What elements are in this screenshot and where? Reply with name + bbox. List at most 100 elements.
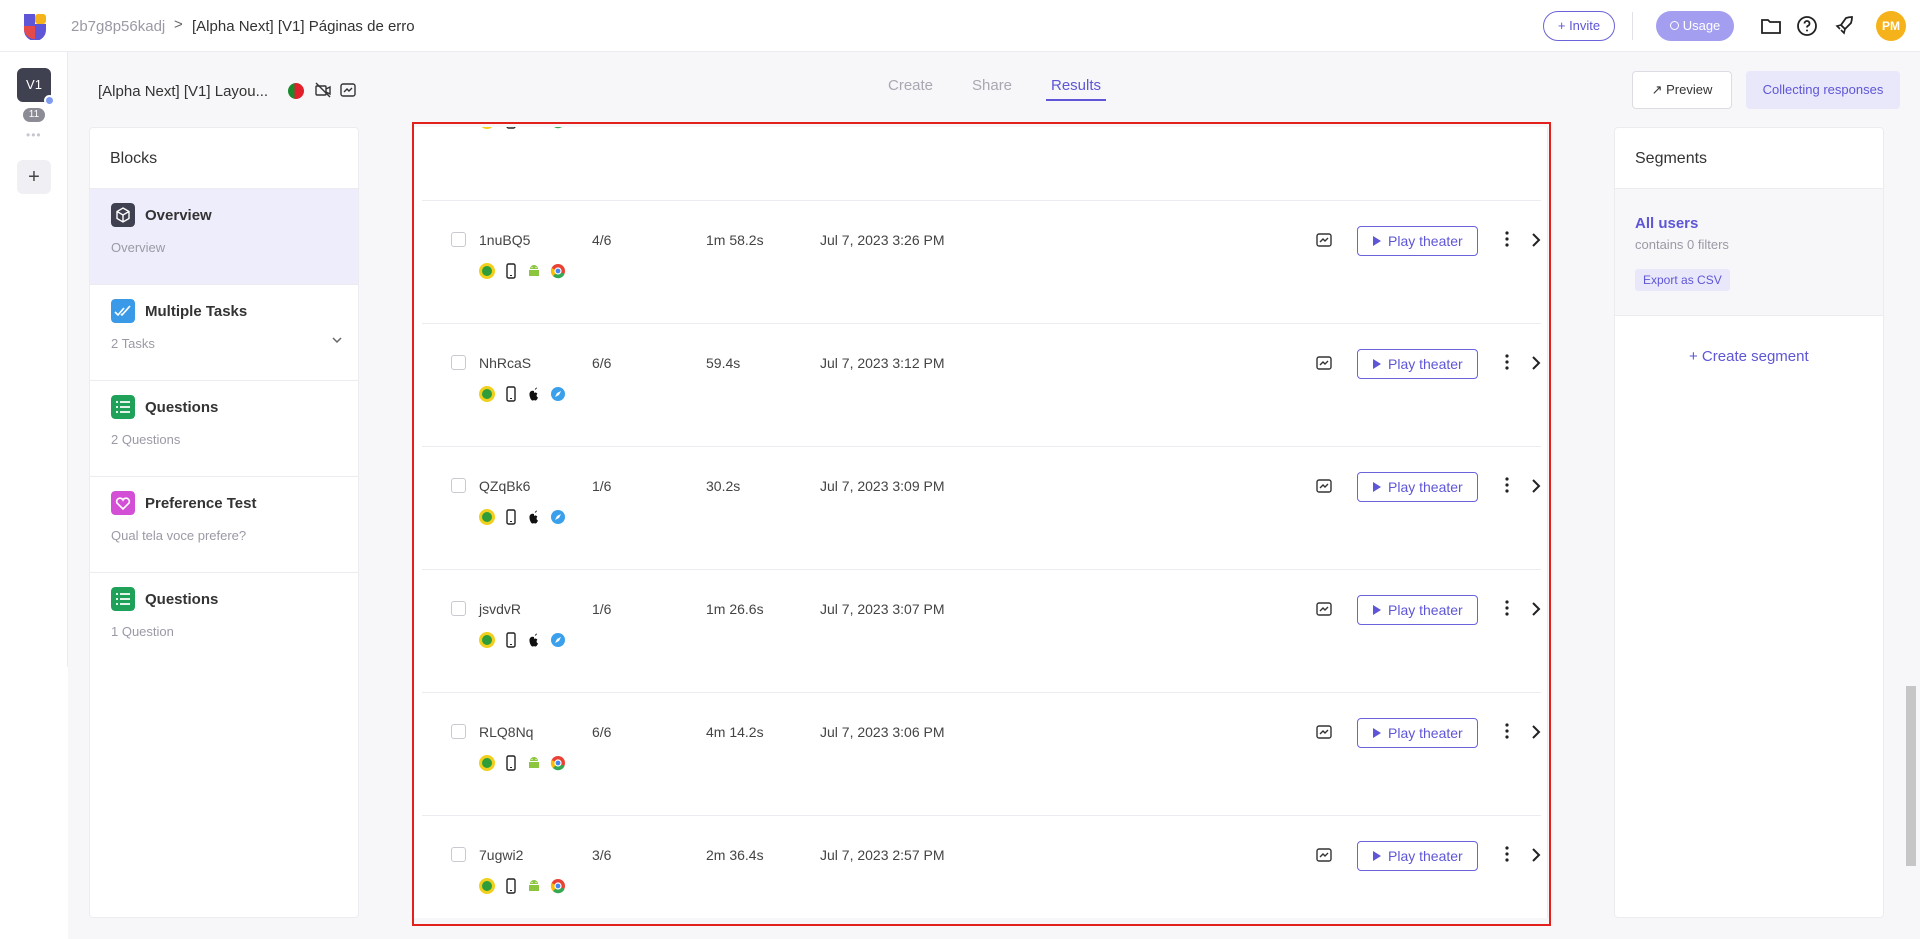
more-options-icon[interactable] xyxy=(1503,722,1511,740)
block-multiple-tasks[interactable]: Multiple Tasks 2 Tasks xyxy=(90,284,358,380)
participant-id[interactable]: QZqBk6 xyxy=(479,478,530,494)
study-name[interactable]: [Alpha Next] [V1] Layou... xyxy=(98,83,268,100)
collecting-responses-button[interactable]: Collecting responses xyxy=(1746,71,1900,109)
table-row[interactable]: 7ugwi2 3/6 2m 36.4s Jul 7, 2023 2:57 PM Play… xyxy=(422,815,1541,918)
play-theater-button[interactable]: Play theater xyxy=(1357,349,1478,379)
tab-results[interactable]: Results xyxy=(1051,77,1101,94)
duration: 1m 26.6s xyxy=(706,601,764,617)
page-scrollbar[interactable] xyxy=(1906,686,1916,866)
task-score: 1/6 xyxy=(592,478,612,494)
block-preference-test[interactable]: Preference Test Qual tela voce prefere? xyxy=(90,476,358,572)
more-options-icon[interactable] xyxy=(1503,476,1511,494)
add-version-button[interactable]: + xyxy=(17,160,51,194)
portugal-flag-icon xyxy=(288,83,304,99)
tab-create[interactable]: Create xyxy=(888,77,933,94)
segment-name[interactable]: All users xyxy=(1635,215,1698,232)
play-icon xyxy=(1373,482,1381,492)
usage-circle-icon xyxy=(1669,21,1679,30)
external-arrow-icon: ↗ xyxy=(1651,82,1663,97)
brazil-flag-icon xyxy=(479,386,495,402)
chrome-icon xyxy=(550,756,565,771)
table-row-partial[interactable] xyxy=(422,127,1541,174)
row-checkbox[interactable] xyxy=(451,478,466,493)
chevron-right-icon[interactable] xyxy=(1530,847,1542,863)
more-options-icon[interactable] xyxy=(1503,353,1511,371)
table-row[interactable]: RLQ8Nq 6/6 4m 14.2s Jul 7, 2023 3:06 PM Play… xyxy=(422,692,1541,815)
row-checkbox[interactable] xyxy=(451,232,466,247)
tab-share[interactable]: Share xyxy=(972,77,1012,94)
block-name: Questions xyxy=(145,591,219,608)
recording-icon[interactable] xyxy=(1315,354,1333,372)
chrome-icon xyxy=(550,264,565,279)
play-theater-button[interactable]: Play theater xyxy=(1357,472,1478,502)
brazil-flag-icon xyxy=(479,127,495,129)
play-theater-label: Play theater xyxy=(1388,602,1463,618)
invite-button[interactable]: + Invite xyxy=(1543,11,1615,41)
participant-id[interactable]: 7ugwi2 xyxy=(479,847,523,863)
brazil-flag-icon xyxy=(479,878,495,894)
breadcrumb-separator: > xyxy=(174,16,183,33)
chevron-down-icon[interactable] xyxy=(330,333,344,347)
play-icon xyxy=(1373,605,1381,615)
block-subtitle: Qual tela voce prefere? xyxy=(111,528,247,543)
version-rail: V1 11 ••• + xyxy=(0,52,68,667)
chevron-right-icon[interactable] xyxy=(1530,724,1542,740)
table-row[interactable]: jsvdvR 1/6 1m 26.6s Jul 7, 2023 3:07 PM Play… xyxy=(422,569,1541,692)
mobile-icon xyxy=(506,127,516,129)
breadcrumb-title[interactable]: [Alpha Next] [V1] Páginas de erro xyxy=(192,18,415,35)
recording-icon[interactable] xyxy=(1315,231,1333,249)
list-icon xyxy=(111,395,135,419)
more-dots-icon[interactable]: ••• xyxy=(26,128,42,142)
play-theater-button[interactable]: Play theater xyxy=(1357,595,1478,625)
version-count-badge: 11 xyxy=(23,108,45,122)
play-theater-button[interactable]: Play theater xyxy=(1357,718,1478,748)
table-row[interactable]: NhRcaS 6/6 59.4s Jul 7, 2023 3:12 PM Play th… xyxy=(422,323,1541,446)
recording-icon[interactable] xyxy=(1315,600,1333,618)
submitted-date: Jul 7, 2023 2:57 PM xyxy=(820,847,945,863)
recording-icon[interactable] xyxy=(1315,723,1333,741)
block-questions[interactable]: Questions 2 Questions xyxy=(90,380,358,476)
breadcrumb-root[interactable]: 2b7g8p56kadj xyxy=(71,18,165,35)
segments-panel: Segments All users contains 0 filters Ex… xyxy=(1614,127,1884,918)
export-csv-button[interactable]: Export as CSV xyxy=(1635,269,1730,291)
chevron-right-icon[interactable] xyxy=(1530,232,1542,248)
block-overview[interactable]: Overview Overview xyxy=(90,188,358,284)
usage-label: Usage xyxy=(1682,18,1721,33)
recording-icon[interactable] xyxy=(1315,477,1333,495)
chevron-right-icon[interactable] xyxy=(1530,478,1542,494)
more-options-icon[interactable] xyxy=(1503,599,1511,617)
chevron-right-icon[interactable] xyxy=(1530,601,1542,617)
block-questions-2[interactable]: Questions 1 Question xyxy=(90,572,358,668)
participant-id[interactable]: RLQ8Nq xyxy=(479,724,533,740)
duration: 2m 36.4s xyxy=(706,847,764,863)
usage-button[interactable]: Usage xyxy=(1656,11,1734,41)
folder-icon[interactable] xyxy=(1759,14,1783,38)
row-checkbox[interactable] xyxy=(451,601,466,616)
segment-all-users[interactable]: All users contains 0 filters Export as C… xyxy=(1615,188,1883,316)
rocket-icon[interactable] xyxy=(1832,14,1856,38)
help-icon[interactable] xyxy=(1795,14,1819,38)
row-checkbox[interactable] xyxy=(451,355,466,370)
preview-button[interactable]: ↗ Preview xyxy=(1632,71,1732,109)
more-options-icon[interactable] xyxy=(1503,845,1511,863)
play-theater-label: Play theater xyxy=(1388,479,1463,495)
chevron-right-icon[interactable] xyxy=(1530,355,1542,371)
participant-id[interactable]: 1nuBQ5 xyxy=(479,232,530,248)
create-segment-button[interactable]: + Create segment xyxy=(1689,348,1809,365)
play-theater-button[interactable]: Play theater xyxy=(1357,841,1478,871)
participant-id[interactable]: NhRcaS xyxy=(479,355,531,371)
app-logo-icon[interactable] xyxy=(20,12,50,40)
mobile-icon xyxy=(506,263,516,279)
recording-icon[interactable] xyxy=(1315,846,1333,864)
version-status-dot xyxy=(44,95,55,106)
list-icon xyxy=(111,587,135,611)
more-options-icon[interactable] xyxy=(1503,230,1511,248)
participant-id[interactable]: jsvdvR xyxy=(479,601,521,617)
play-theater-button[interactable]: Play theater xyxy=(1357,226,1478,256)
play-icon xyxy=(1373,851,1381,861)
user-avatar[interactable]: PM xyxy=(1876,11,1906,41)
row-checkbox[interactable] xyxy=(451,724,466,739)
table-row[interactable]: 1nuBQ5 4/6 1m 58.2s Jul 7, 2023 3:26 PM Play… xyxy=(422,200,1541,323)
row-checkbox[interactable] xyxy=(451,847,466,862)
table-row[interactable]: QZqBk6 1/6 30.2s Jul 7, 2023 3:09 PM Play th… xyxy=(422,446,1541,569)
